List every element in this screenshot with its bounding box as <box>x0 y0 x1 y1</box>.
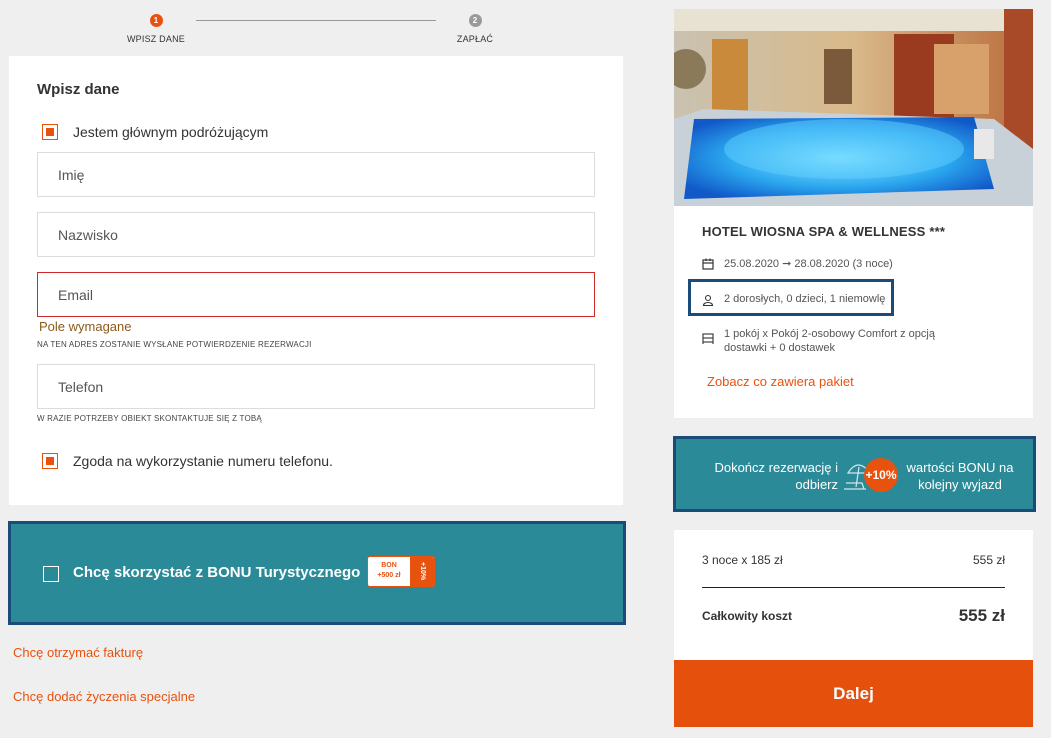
phone-consent-label: Zgoda na wykorzystanie numeru telefonu. <box>73 453 333 469</box>
calendar-icon <box>702 258 714 270</box>
bed-icon <box>702 333 714 344</box>
hotel-name: HOTEL WIOSNA SPA & WELLNESS *** <box>702 224 946 239</box>
guests-count: 2 dorosłych, 0 dzieci, 1 niemowlę <box>724 293 886 305</box>
phone-input[interactable] <box>38 365 594 408</box>
nights-value: 555 zł <box>972 553 1005 567</box>
bon-badge: BON +500 zł +10% <box>367 556 435 587</box>
person-icon <box>702 294 714 306</box>
stay-dates: 25.08.2020 ➞ 28.08.2020 (3 noce) <box>724 258 893 270</box>
room-row: 1 pokój x Pokój 2-osobowy Comfort z opcj… <box>702 327 962 355</box>
first-name-input[interactable] <box>38 153 594 196</box>
phone-consent-checkbox[interactable] <box>42 453 58 469</box>
promo-text-left: Dokończ rezerwację i odbierz <box>714 460 838 492</box>
room-description: 1 pokój x Pokój 2-osobowy Comfort z opcj… <box>724 328 935 354</box>
step-label: WPISZ DANE <box>126 34 185 44</box>
email-hint: NA TEN ADRES ZOSTANIE WYSŁANE POTWIERDZE… <box>37 340 312 349</box>
price-summary-card: 3 noce x 185 zł 555 zł Całkowity koszt 5… <box>674 530 1033 660</box>
total-label: Całkowity koszt <box>702 609 793 623</box>
first-name-field[interactable] <box>37 152 595 197</box>
stepper-line <box>196 20 436 21</box>
bon-badge-side: +10% <box>410 557 434 586</box>
last-name-field[interactable] <box>37 212 595 257</box>
total-value: 555 zł <box>958 606 1005 625</box>
hotel-photo <box>674 9 1033 206</box>
price-divider <box>702 587 1005 588</box>
special-requests-link[interactable]: Chcę dodać życzenia specjalne <box>13 689 195 704</box>
phone-field[interactable] <box>37 364 595 409</box>
email-input[interactable] <box>38 273 594 316</box>
step-enter-details: 1 WPISZ DANE <box>96 14 216 44</box>
nights-price-row: 3 noce x 185 zł 555 zł <box>702 553 1005 567</box>
hotel-spa-image <box>674 9 1033 206</box>
step-number: 2 <box>468 14 482 27</box>
main-traveler-checkbox[interactable] <box>42 124 58 140</box>
step-number: 1 <box>149 14 163 27</box>
bon-badge-line2: +500 zł <box>377 572 401 579</box>
next-button[interactable]: Dalej <box>674 660 1033 727</box>
tourist-bonus-checkbox[interactable] <box>43 566 59 582</box>
hotel-summary-card: HOTEL WIOSNA SPA & WELLNESS *** 25.08.20… <box>674 9 1033 418</box>
tourist-bonus-box: Chcę skorzystać z BONU Turystycznego BON… <box>8 521 626 625</box>
total-price-row: Całkowity koszt 555 zł <box>702 606 1005 626</box>
tourist-bonus-label: Chcę skorzystać z BONU Turystycznego <box>73 564 361 581</box>
promo-text-right: wartości BONU na kolejny wyjazd <box>906 460 1014 492</box>
main-traveler-label: Jestem głównym podróżującym <box>73 124 269 140</box>
bon-badge-text: BON +500 zł <box>370 561 408 581</box>
phone-hint: W RAZIE POTRZEBY OBIEKT SKONTAKTUJE SIĘ … <box>37 414 262 423</box>
form-title: Wpisz dane <box>37 81 120 98</box>
stay-dates-row: 25.08.2020 ➞ 28.08.2020 (3 noce) <box>702 257 893 270</box>
guests-row: 2 dorosłych, 0 dzieci, 1 niemowlę <box>702 293 885 306</box>
promo-badge: +10% <box>864 458 898 492</box>
invoice-link[interactable]: Chcę otrzymać fakturę <box>13 645 143 660</box>
bon-badge-line1: BON <box>381 562 397 569</box>
guest-details-form: Wpisz dane Jestem głównym podróżującym P… <box>9 56 623 505</box>
step-pay: 2 ZAPŁAĆ <box>415 14 535 44</box>
bonus-promo-banner: Dokończ rezerwację i odbierz +10% wartoś… <box>673 436 1036 512</box>
step-label: ZAPŁAĆ <box>456 34 494 44</box>
email-field[interactable] <box>37 272 595 317</box>
checkout-stepper: 1 WPISZ DANE 2 ZAPŁAĆ <box>0 0 623 56</box>
email-error-message: Pole wymagane <box>39 319 132 334</box>
nights-label: 3 noce x 185 zł <box>702 553 783 567</box>
package-details-link[interactable]: Zobacz co zawiera pakiet <box>707 374 854 389</box>
last-name-input[interactable] <box>38 213 594 256</box>
